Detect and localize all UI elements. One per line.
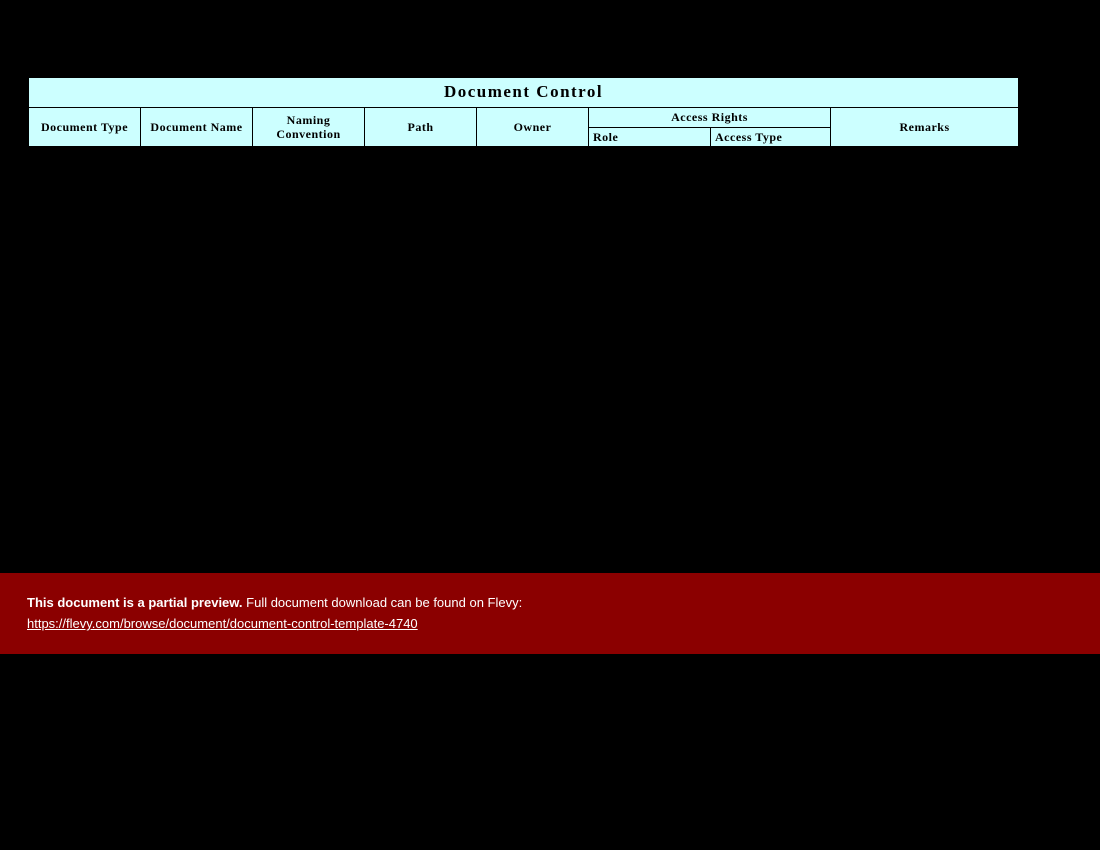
col-access-rights: Access Rights — [589, 108, 831, 127]
header-row-1: Document Type Document Name Naming Conve… — [29, 108, 1019, 127]
col-path: Path — [365, 108, 477, 147]
table-title: Document Control — [29, 78, 1019, 108]
banner-line-1: This document is a partial preview. Full… — [27, 595, 1100, 610]
document-control-table: Document Control Document Type Document … — [28, 77, 1018, 147]
col-role: Role — [589, 127, 711, 146]
col-document-type: Document Type — [29, 108, 141, 147]
banner-rest-text: Full document download can be found on F… — [243, 595, 523, 610]
col-owner: Owner — [477, 108, 589, 147]
banner-line-2: https://flevy.com/browse/document/docume… — [27, 616, 1100, 631]
banner-bold-text: This document is a partial preview. — [27, 595, 243, 610]
col-naming-convention-l1: Naming — [287, 113, 331, 127]
col-document-name: Document Name — [141, 108, 253, 147]
col-access-type: Access Type — [711, 127, 831, 146]
col-naming-convention: Naming Convention — [253, 108, 365, 147]
title-row: Document Control — [29, 78, 1019, 108]
banner-link[interactable]: https://flevy.com/browse/document/docume… — [27, 616, 418, 631]
col-remarks: Remarks — [831, 108, 1019, 147]
col-naming-convention-l2: Convention — [276, 127, 340, 141]
preview-banner: This document is a partial preview. Full… — [0, 573, 1100, 654]
